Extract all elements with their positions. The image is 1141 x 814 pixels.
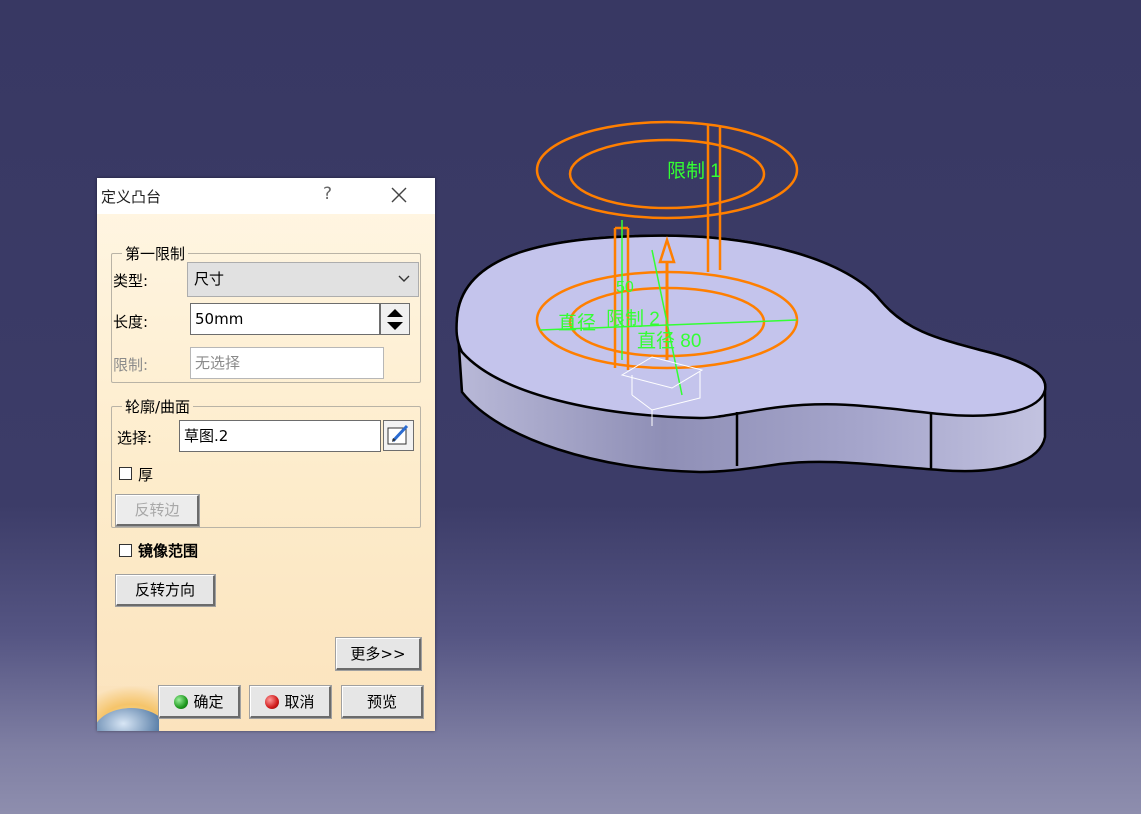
spinner-down-icon[interactable] bbox=[387, 322, 403, 330]
ok-label: 确定 bbox=[193, 693, 224, 711]
limit1-label[interactable]: 限制 1 bbox=[667, 160, 721, 182]
type-label: 类型: bbox=[113, 272, 149, 290]
limit-input[interactable]: 无选择 bbox=[190, 347, 384, 379]
sketch-button[interactable] bbox=[383, 420, 414, 451]
diameter-label-left[interactable]: 直径 bbox=[558, 312, 596, 334]
cancel-status-icon bbox=[265, 695, 280, 709]
more-button[interactable]: 更多>> bbox=[335, 637, 422, 671]
pad-part[interactable] bbox=[455, 234, 1047, 474]
preview-button[interactable]: 预览 bbox=[341, 685, 424, 719]
reverse-side-button[interactable]: 反转边 bbox=[115, 494, 200, 527]
spinner-up-icon[interactable] bbox=[387, 309, 403, 317]
sketcher-icon bbox=[387, 424, 409, 445]
thick-label: 厚 bbox=[138, 466, 154, 484]
define-pad-dialog: 定义凸台 ? 第一限制 类型: 尺寸 长度: 50mm 限制: 无选择 轮廓/曲… bbox=[97, 178, 435, 731]
help-icon[interactable]: ? bbox=[323, 184, 332, 204]
close-icon[interactable] bbox=[389, 184, 409, 206]
ok-button[interactable]: 确定 bbox=[158, 685, 241, 719]
mirror-extent-label: 镜像范围 bbox=[138, 542, 199, 560]
length-spinner[interactable] bbox=[380, 303, 410, 335]
part-top-face bbox=[455, 234, 1047, 420]
chevron-down-icon bbox=[398, 275, 410, 282]
catia-logo-icon bbox=[97, 686, 159, 731]
type-combo-value: 尺寸 bbox=[194, 270, 225, 288]
profile-surface-legend: 轮廓/曲面 bbox=[125, 398, 191, 416]
length-input[interactable]: 50mm bbox=[190, 303, 380, 335]
profile-select-input[interactable]: 草图.2 bbox=[179, 420, 381, 452]
cancel-button[interactable]: 取消 bbox=[249, 685, 332, 719]
diameter-label-right[interactable]: 直径 80 bbox=[637, 330, 701, 352]
dialog-titlebar[interactable]: 定义凸台 ? bbox=[97, 178, 435, 214]
select-label: 选择: bbox=[117, 429, 153, 447]
thick-checkbox[interactable] bbox=[119, 467, 132, 480]
first-limit-legend: 第一限制 bbox=[125, 245, 186, 263]
cancel-label: 取消 bbox=[284, 693, 315, 711]
length-label: 长度: bbox=[113, 313, 149, 331]
length-dimension-label[interactable]: 50 bbox=[616, 279, 634, 296]
dialog-title: 定义凸台 bbox=[101, 188, 162, 206]
reverse-direction-button[interactable]: 反转方向 bbox=[115, 574, 216, 607]
type-combo[interactable]: 尺寸 bbox=[187, 262, 419, 297]
ok-status-icon bbox=[174, 695, 189, 709]
limit-label: 限制: bbox=[113, 356, 149, 374]
limit2-label[interactable]: 限制 2 bbox=[606, 308, 660, 330]
mirror-extent-checkbox[interactable] bbox=[119, 544, 132, 557]
